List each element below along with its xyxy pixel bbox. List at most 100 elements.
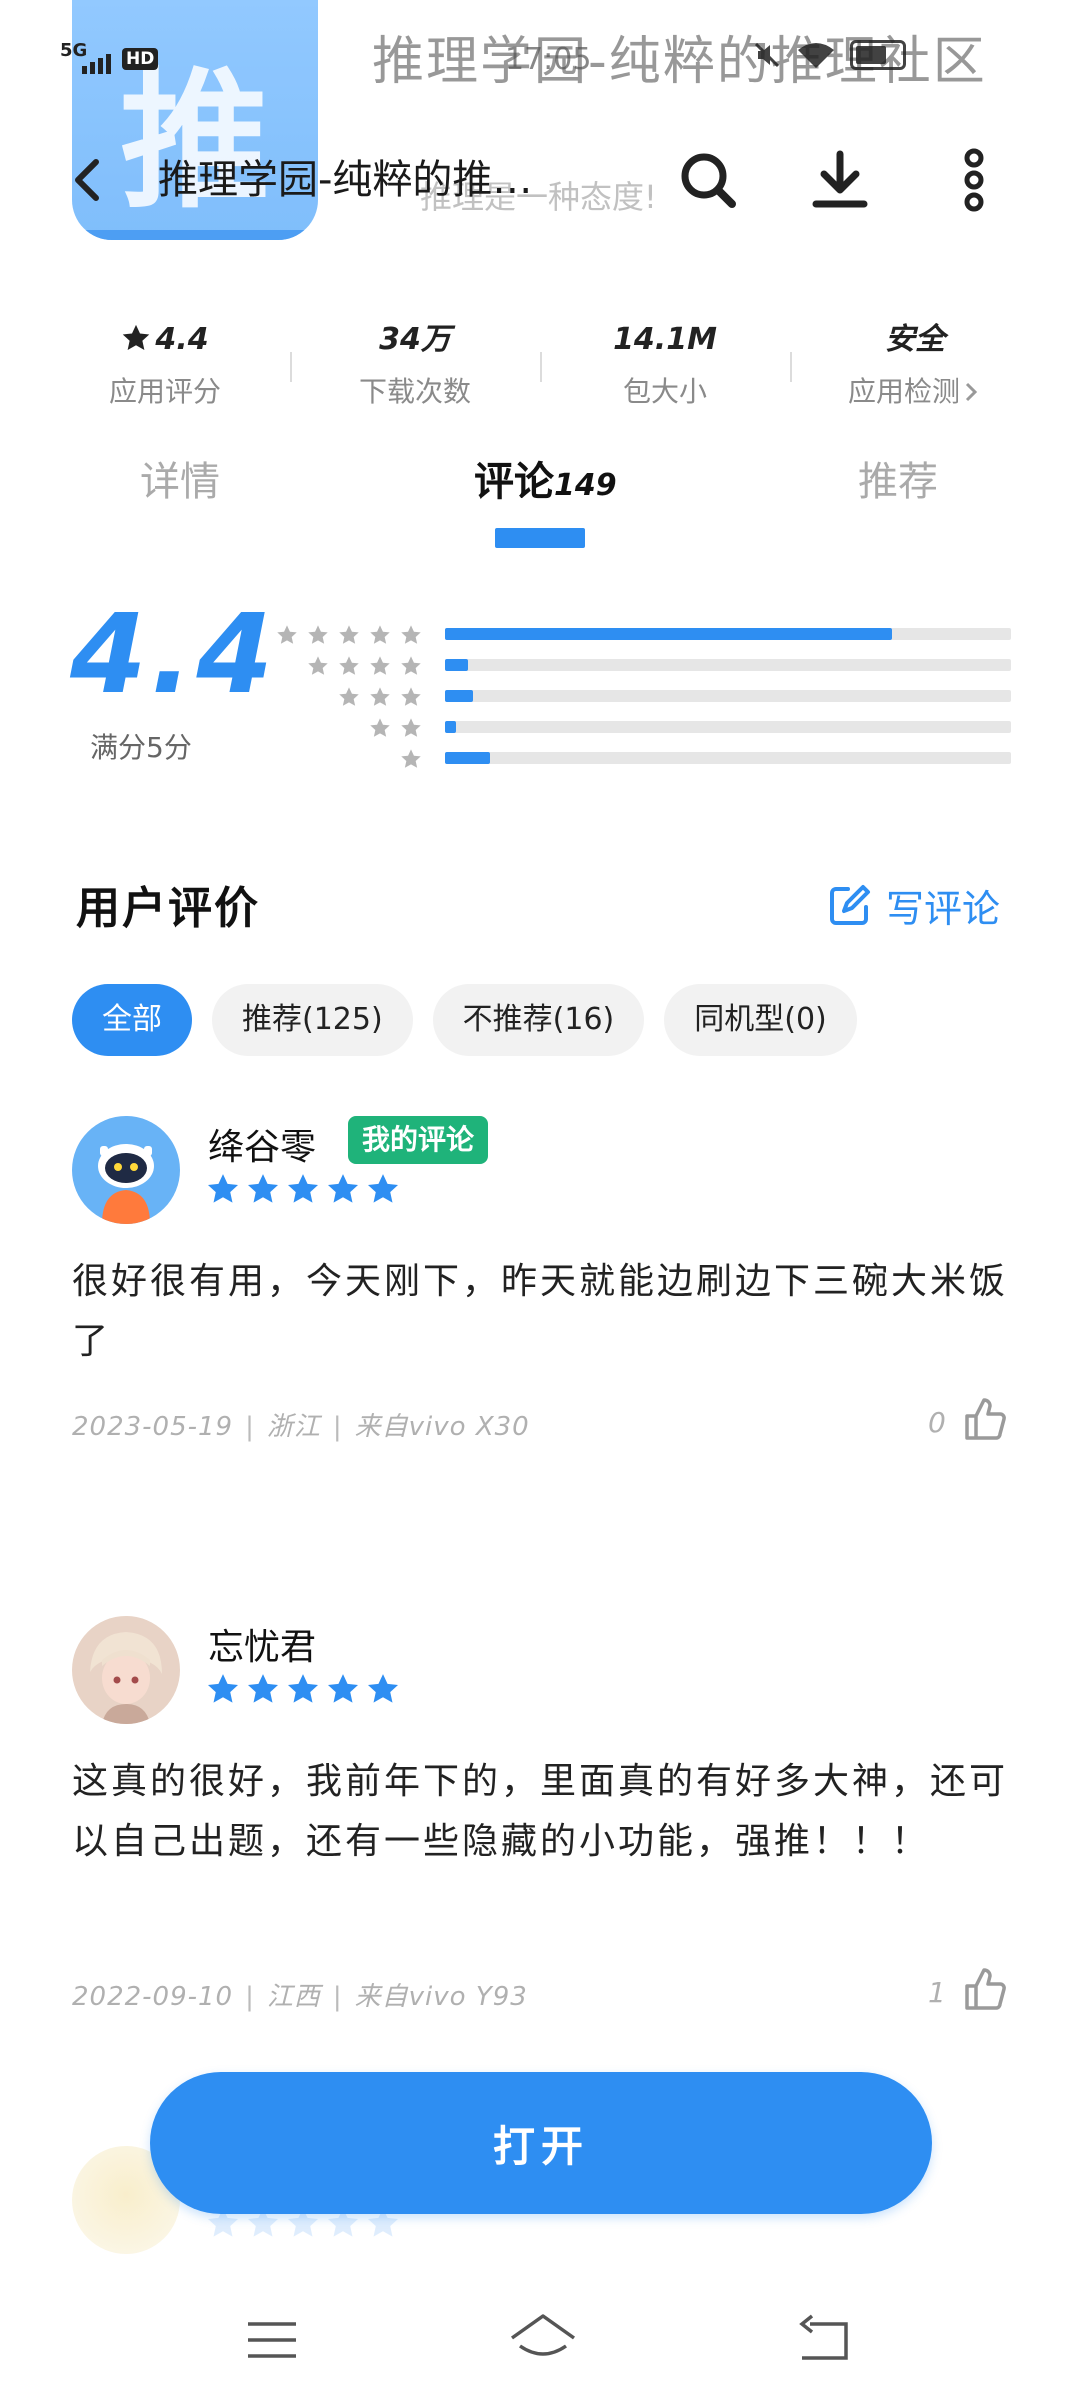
review-meta: 2023-05-19 | 浙江 | 来自vivo X30 (72, 1412, 530, 1442)
status-icons (752, 40, 906, 70)
star-icon (121, 322, 151, 352)
tab-recommend[interactable]: 推荐 (858, 452, 938, 512)
rating-bar-fill (445, 690, 474, 702)
rating-bar-track (445, 752, 1011, 764)
rating-row-5-stars (262, 620, 1022, 650)
more-icon[interactable] (942, 148, 1006, 212)
rating-row-stars (262, 682, 422, 712)
menu-icon[interactable] (244, 2312, 300, 2368)
rating-row-stars (262, 713, 422, 743)
review-item: 忘忧君 这真的很好，我前年下的，里面真的有好多大神，还可以自己出题，还有一些隐藏… (0, 1616, 1080, 2016)
edit-icon (826, 883, 872, 929)
tab-reviews[interactable]: 评论149 (474, 452, 617, 516)
star-icon (277, 625, 297, 644)
battery-icon (850, 40, 906, 70)
review-region: 浙江 (266, 1412, 321, 1442)
star-icon (401, 718, 421, 737)
tab-reviews-count: 149 (554, 468, 617, 503)
active-tab-indicator (495, 528, 585, 548)
review-device: 来自vivo Y93 (354, 1982, 528, 2012)
reviewer-name: 忘忧君 (208, 1627, 317, 1668)
star-icon (401, 687, 421, 706)
star-icon (370, 687, 390, 706)
review-filters: 全部 推荐(125) 不推荐(16) 同机型(0) (72, 984, 857, 1056)
stat-size-value: 14.1M (613, 322, 717, 357)
star-icon (207, 1174, 239, 1203)
rating-row-4-stars (262, 651, 1022, 681)
rating-row-stars (262, 744, 422, 774)
signal-icon (82, 54, 114, 74)
stat-size-label: 包大小 (622, 375, 707, 408)
tab-reviews-label: 评论 (474, 459, 554, 505)
system-nav-bar (0, 2280, 1080, 2400)
mute-icon (752, 40, 782, 70)
review-text: 这真的很好，我前年下的，里面真的有好多大神，还可以自己出题，还有一些隐藏的小功能… (72, 1761, 1009, 1862)
back-icon[interactable] (60, 152, 116, 208)
my-review-badge: 我的评论 (348, 1116, 489, 1164)
write-review-label: 写评论 (886, 887, 1001, 931)
app-toolbar: 推理学园-纯粹的推… (0, 130, 1080, 230)
stat-size: 14.1M 包大小 (540, 318, 790, 418)
review-region: 江西 (266, 1982, 321, 2012)
star-icon (370, 625, 390, 644)
star-icon (327, 1674, 359, 1703)
status-time: 17:05 (505, 42, 592, 77)
rating-row-1-stars (262, 744, 1022, 774)
rating-bar-track (445, 721, 1011, 733)
star-icon (370, 656, 390, 675)
stat-downloads-label: 下载次数 (358, 375, 471, 408)
star-icon (367, 1674, 399, 1703)
review-stars (206, 1172, 400, 1206)
rating-bar-fill (445, 659, 468, 671)
rating-bar-fill (445, 752, 491, 764)
stat-downloads-value: 34万 (379, 322, 451, 357)
star-icon (308, 625, 328, 644)
filter-chip-same-device[interactable]: 同机型(0) (664, 984, 857, 1056)
filter-chip-recommend[interactable]: 推荐(125) (212, 984, 413, 1056)
star-icon (401, 749, 421, 768)
star-icon (339, 625, 359, 644)
stat-downloads: 34万 下载次数 (290, 318, 540, 418)
star-icon (401, 656, 421, 675)
rating-bar-fill (445, 628, 893, 640)
stat-rating: 4.4 应用评分 (40, 318, 290, 418)
filter-chip-not-recommend[interactable]: 不推荐(16) (432, 984, 645, 1056)
avatar[interactable] (72, 1616, 180, 1724)
reviewer-name: 绛谷零 (208, 1127, 317, 1168)
rating-row-2-stars (262, 713, 1022, 743)
search-icon[interactable] (676, 148, 740, 212)
chevron-right-icon (960, 377, 982, 402)
review-date: 2022-09-10 (72, 1982, 234, 2012)
like-count: 0 (928, 1406, 946, 1439)
filter-chip-all[interactable]: 全部 (72, 984, 192, 1056)
tab-details[interactable]: 详情 (140, 452, 220, 512)
open-app-button[interactable]: 打开 (150, 2072, 932, 2214)
write-review-button[interactable]: 写评论 (826, 878, 1000, 933)
back-nav-icon[interactable] (796, 2312, 852, 2368)
review-stars (206, 1672, 400, 1706)
star-icon (367, 1174, 399, 1203)
rating-bar-track (445, 690, 1011, 702)
rating-score: 4.4 (70, 590, 277, 718)
rating-bar-fill (445, 721, 457, 733)
rating-row-stars (262, 651, 422, 681)
thumbs-up-icon[interactable] (962, 1966, 1008, 2012)
star-icon (327, 1174, 359, 1203)
stat-security[interactable]: 安全 应用检测 (790, 318, 1040, 418)
stat-security-label: 应用检测 (847, 375, 960, 408)
review-item: 绛谷零 我的评论 很好很有用，今天刚下，昨天就能边刷边下三碗大米饭了 2023-… (0, 1116, 1080, 1446)
tab-bar: 详情 评论149 推荐 (0, 452, 1080, 552)
rating-subtitle: 满分5分 (90, 731, 192, 764)
status-bar: 5G HD 17:05 (0, 0, 1080, 120)
thumbs-up-icon[interactable] (962, 1396, 1008, 1442)
home-icon[interactable] (508, 2310, 578, 2370)
avatar[interactable] (72, 1116, 180, 1224)
star-icon (308, 656, 328, 675)
star-icon (339, 656, 359, 675)
wifi-icon (796, 40, 836, 70)
download-icon[interactable] (808, 148, 872, 212)
review-device: 来自vivo X30 (354, 1412, 530, 1442)
star-icon (370, 718, 390, 737)
rating-row-3-stars (262, 682, 1022, 712)
stat-security-value: 安全 (885, 322, 945, 357)
